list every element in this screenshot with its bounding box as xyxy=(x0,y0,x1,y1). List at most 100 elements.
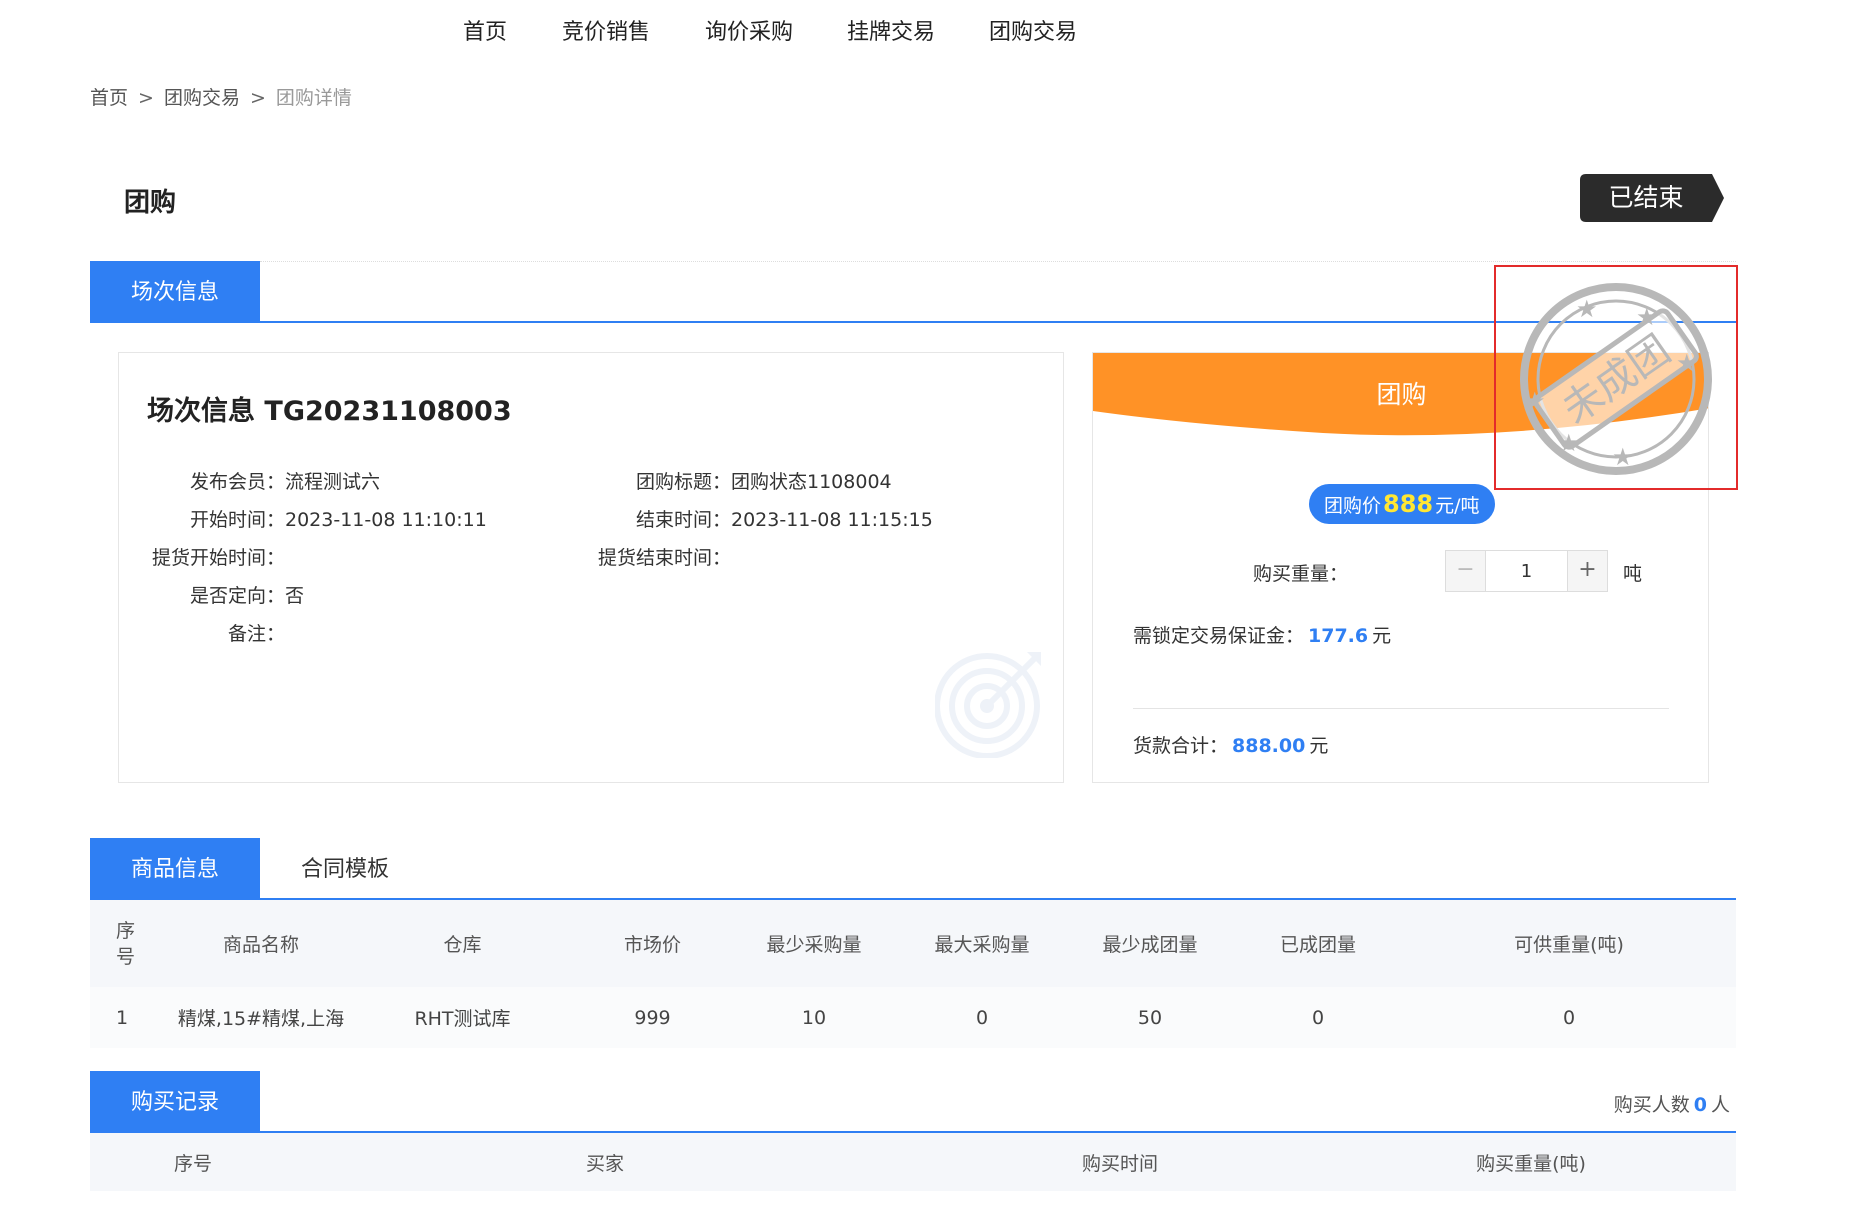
table-row: 1 精煤,15#精煤,上海 RHT测试库 999 10 0 50 0 0 xyxy=(90,987,1736,1048)
nav-inquiry-purchase[interactable]: 询价采购 xyxy=(705,14,793,46)
cell-formed-qty: 0 xyxy=(1311,1006,1325,1029)
svg-text:★: ★ xyxy=(1612,443,1634,471)
svg-text:★: ★ xyxy=(1558,429,1580,457)
breadcrumb-current: 团购详情 xyxy=(275,87,352,109)
col-available-weight: 可供重量(吨) xyxy=(1514,934,1624,956)
svg-text:★: ★ xyxy=(1676,349,1698,377)
nav-auction-sales[interactable]: 竞价销售 xyxy=(562,14,650,46)
total-row: 货款合计： 888.00 元 xyxy=(1133,731,1328,758)
col-purchase-time: 购买时间 xyxy=(1081,1152,1158,1175)
total-unit: 元 xyxy=(1309,735,1329,757)
quantity-decrease-button[interactable]: − xyxy=(1446,551,1486,591)
session-title: 场次信息 TG20231108003 xyxy=(147,396,512,427)
col-warehouse: 仓库 xyxy=(443,934,482,956)
session-info-card: 场次信息 TG20231108003 发布会员：流程测试六 团购标题：团购状态1… xyxy=(118,352,1064,783)
field-label: 团购标题： xyxy=(635,471,731,493)
quantity-label: 购买重量： xyxy=(1253,563,1349,585)
quantity-increase-button[interactable]: + xyxy=(1567,551,1607,591)
records-table: 序号 买家 购买时间 购买重量(吨) xyxy=(90,1133,1736,1191)
table-header-row: 序号 商品名称 仓库 市场价 最少采购量 最大采购量 最少成团量 已成团量 可供… xyxy=(90,900,1736,987)
buyers-unit: 人 xyxy=(1710,1094,1730,1116)
col-index: 序号 xyxy=(173,1152,212,1175)
cell-market-price: 999 xyxy=(634,1006,671,1029)
buyers-count: 购买人数 0 人 xyxy=(1614,1090,1730,1117)
field-label: 结束时间： xyxy=(635,509,731,531)
goods-section-header: 商品信息 合同模板 xyxy=(90,838,1736,900)
section-dotted-divider xyxy=(260,261,1736,262)
col-min-purchase: 最少采购量 xyxy=(766,934,862,956)
nav-listing-trade[interactable]: 挂牌交易 xyxy=(847,14,935,46)
deposit-unit: 元 xyxy=(1372,625,1392,647)
price-label: 团购价 xyxy=(1324,495,1382,517)
field-value: 2023-11-08 11:15:15 xyxy=(731,509,933,531)
breadcrumb: 首页 > 团购交易 > 团购详情 xyxy=(90,83,352,110)
breadcrumb-separator: > xyxy=(249,87,266,109)
cell-warehouse: RHT测试库 xyxy=(414,1008,511,1030)
cell-available-weight: 0 xyxy=(1562,1006,1576,1029)
field-label: 备注： xyxy=(227,623,285,645)
breadcrumb-group-buy[interactable]: 团购交易 xyxy=(164,87,240,109)
col-min-group: 最少成团量 xyxy=(1102,934,1198,956)
breadcrumb-home[interactable]: 首页 xyxy=(90,87,128,109)
field-value: 流程测试六 xyxy=(285,471,381,493)
section-underline xyxy=(90,321,1736,323)
svg-text:★: ★ xyxy=(1636,303,1658,331)
total-value: 888.00 xyxy=(1232,735,1306,757)
goods-table: 序号 商品名称 仓库 市场价 最少采购量 最大采购量 最少成团量 已成团量 可供… xyxy=(90,900,1736,1048)
cell-min-group: 50 xyxy=(1137,1006,1163,1029)
tab-contract-template[interactable]: 合同模板 xyxy=(260,838,430,900)
top-nav: 首页 竞价销售 询价采购 挂牌交易 团购交易 xyxy=(0,0,1854,62)
buyers-label: 购买人数 xyxy=(1613,1094,1690,1116)
field-group-title: 团购标题：团购状态1108004 xyxy=(593,467,892,494)
buyers-value: 0 xyxy=(1693,1094,1707,1116)
field-directed: 是否定向：否 xyxy=(147,581,304,608)
field-end-time: 结束时间：2023-11-08 11:15:15 xyxy=(593,505,933,532)
cell-index: 1 xyxy=(116,1006,129,1029)
field-pickup-start: 提货开始时间： xyxy=(147,543,285,570)
col-index: 序号 xyxy=(116,919,136,968)
tab-purchase-records[interactable]: 购买记录 xyxy=(90,1071,260,1133)
field-remark: 备注： xyxy=(147,619,285,646)
col-purchase-weight: 购买重量(吨) xyxy=(1476,1152,1586,1175)
field-value: 团购状态1108004 xyxy=(731,471,892,493)
highlight-box: 未成团 ★ ★ ★ ★ ★ ★ xyxy=(1494,265,1738,490)
price-unit: 元/吨 xyxy=(1435,495,1480,517)
field-start-time: 开始时间：2023-11-08 11:10:11 xyxy=(147,505,487,532)
cell-product-name: 精煤,15#精煤,上海 xyxy=(177,1008,345,1030)
col-max-purchase: 最大采购量 xyxy=(934,934,1030,956)
quantity-input[interactable] xyxy=(1486,551,1567,591)
field-label: 是否定向： xyxy=(189,585,285,607)
field-label: 发布会员： xyxy=(189,471,285,493)
tab-goods-info[interactable]: 商品信息 xyxy=(90,838,260,900)
cell-max-purchase: 0 xyxy=(975,1006,989,1029)
purchase-divider xyxy=(1133,708,1669,709)
status-text: 已结束 xyxy=(1608,183,1684,212)
field-label: 开始时间： xyxy=(189,509,285,531)
not-formed-stamp-icon: 未成团 ★ ★ ★ ★ ★ ★ xyxy=(1520,283,1712,475)
group-price-badge: 团购价888 元/吨 xyxy=(1309,484,1495,524)
field-publisher: 发布会员：流程测试六 xyxy=(147,467,380,494)
deposit-row: 需锁定交易保证金： 177.6 元 xyxy=(1133,621,1391,648)
cell-min-purchase: 10 xyxy=(801,1006,827,1029)
status-badge: 已结束 xyxy=(1580,174,1724,222)
svg-text:★: ★ xyxy=(1524,387,1546,415)
svg-text:★: ★ xyxy=(1576,295,1598,323)
breadcrumb-separator: > xyxy=(138,87,154,109)
nav-home[interactable]: 首页 xyxy=(463,14,507,46)
col-formed-qty: 已成团量 xyxy=(1279,934,1356,956)
col-buyer: 买家 xyxy=(585,1152,624,1175)
records-section-header: 购买记录 xyxy=(90,1071,1736,1133)
page-title: 团购 xyxy=(124,188,177,218)
deposit-value: 177.6 xyxy=(1308,625,1369,647)
tab-session-info[interactable]: 场次信息 xyxy=(90,261,260,323)
price-value: 888 xyxy=(1383,490,1434,518)
table-header-row: 序号 买家 购买时间 购买重量(吨) xyxy=(90,1133,1736,1191)
nav-group-buy[interactable]: 团购交易 xyxy=(989,14,1077,46)
field-pickup-end: 提货结束时间： xyxy=(593,543,731,570)
field-value: 否 xyxy=(285,585,305,607)
col-market-price: 市场价 xyxy=(623,934,681,956)
target-watermark-icon xyxy=(934,648,1045,759)
total-label: 货款合计： xyxy=(1133,735,1229,757)
col-product-name: 商品名称 xyxy=(222,934,299,956)
deposit-label: 需锁定交易保证金： xyxy=(1133,625,1305,647)
